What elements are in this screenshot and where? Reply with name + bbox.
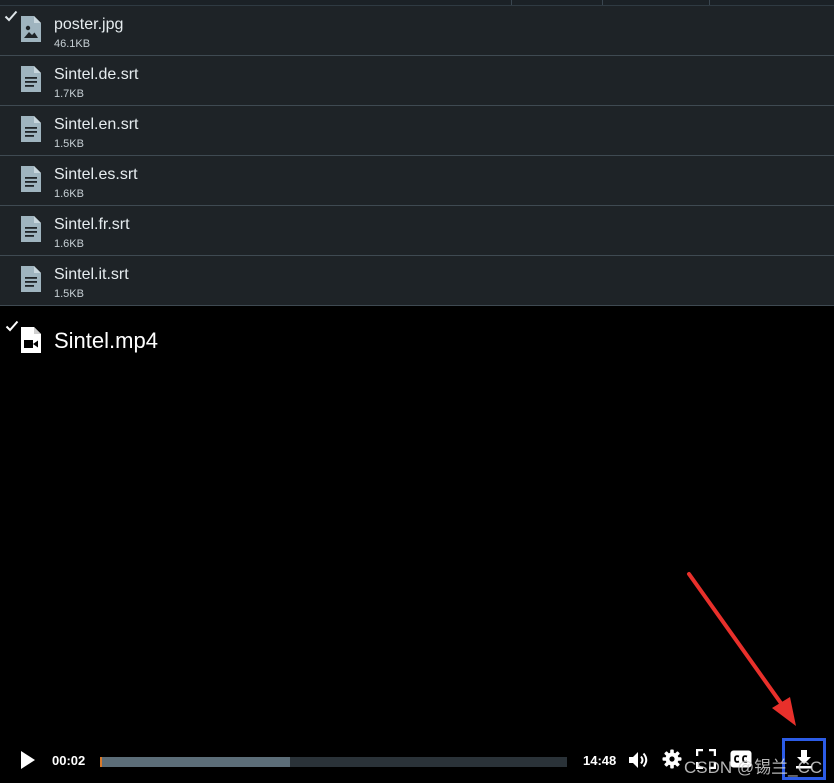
file-list: poster.jpg 46.1KB Sintel.de.srt 1.7KB Si… bbox=[0, 6, 834, 306]
file-row-sintel-en-srt[interactable]: Sintel.en.srt 1.5KB bbox=[0, 106, 834, 156]
fullscreen-icon bbox=[695, 748, 717, 770]
file-row-poster-jpg[interactable]: poster.jpg 46.1KB bbox=[0, 6, 834, 56]
file-row-sintel-fr-srt[interactable]: Sintel.fr.srt 1.6KB bbox=[0, 206, 834, 256]
captions-icon bbox=[730, 750, 752, 768]
text-file-icon bbox=[21, 216, 41, 242]
text-file-icon bbox=[21, 66, 41, 92]
fullscreen-button[interactable] bbox=[695, 748, 717, 770]
played-range bbox=[100, 757, 102, 767]
file-size: 1.6KB bbox=[54, 238, 84, 250]
text-file-icon bbox=[21, 116, 41, 142]
checkmark-icon bbox=[5, 320, 19, 332]
file-row-sintel-it-srt[interactable]: Sintel.it.srt 1.5KB bbox=[0, 256, 834, 306]
file-name[interactable]: Sintel.fr.srt bbox=[54, 216, 130, 234]
file-row-sintel-de-srt[interactable]: Sintel.de.srt 1.7KB bbox=[0, 56, 834, 106]
seek-bar[interactable] bbox=[100, 757, 567, 767]
file-name[interactable]: Sintel.de.srt bbox=[54, 66, 138, 84]
current-time: 00:02 bbox=[52, 753, 86, 768]
duration: 14:48 bbox=[583, 753, 617, 768]
download-icon bbox=[796, 750, 812, 769]
captions-button[interactable] bbox=[730, 750, 752, 768]
file-name[interactable]: Sintel.es.srt bbox=[54, 166, 138, 184]
download-button[interactable] bbox=[782, 738, 826, 780]
file-name[interactable]: Sintel.en.srt bbox=[54, 116, 138, 134]
file-row-sintel-es-srt[interactable]: Sintel.es.srt 1.6KB bbox=[0, 156, 834, 206]
image-file-icon bbox=[21, 16, 41, 42]
file-size: 1.6KB bbox=[54, 188, 84, 200]
player-controls: 00:02 14:48 bbox=[0, 738, 834, 782]
volume-icon bbox=[629, 752, 648, 768]
video-title: Sintel.mp4 bbox=[54, 328, 158, 353]
file-name[interactable]: poster.jpg bbox=[54, 16, 123, 34]
video-file-icon bbox=[21, 327, 41, 353]
volume-button[interactable] bbox=[628, 750, 650, 770]
settings-button[interactable] bbox=[662, 749, 682, 769]
file-size: 1.5KB bbox=[54, 138, 84, 150]
buffered-range bbox=[100, 757, 290, 767]
checkmark-icon bbox=[4, 10, 18, 22]
play-button[interactable] bbox=[19, 750, 37, 770]
play-icon bbox=[21, 751, 35, 769]
file-size: 1.5KB bbox=[54, 288, 84, 300]
file-size: 46.1KB bbox=[54, 38, 91, 50]
video-player[interactable]: Sintel.mp4 00:02 14:48 CSDN @锡兰_CC bbox=[0, 314, 834, 783]
gear-icon bbox=[662, 749, 682, 769]
file-name[interactable]: Sintel.it.srt bbox=[54, 266, 129, 284]
text-file-icon bbox=[21, 266, 41, 292]
file-size: 1.7KB bbox=[54, 88, 84, 100]
text-file-icon bbox=[21, 166, 41, 192]
